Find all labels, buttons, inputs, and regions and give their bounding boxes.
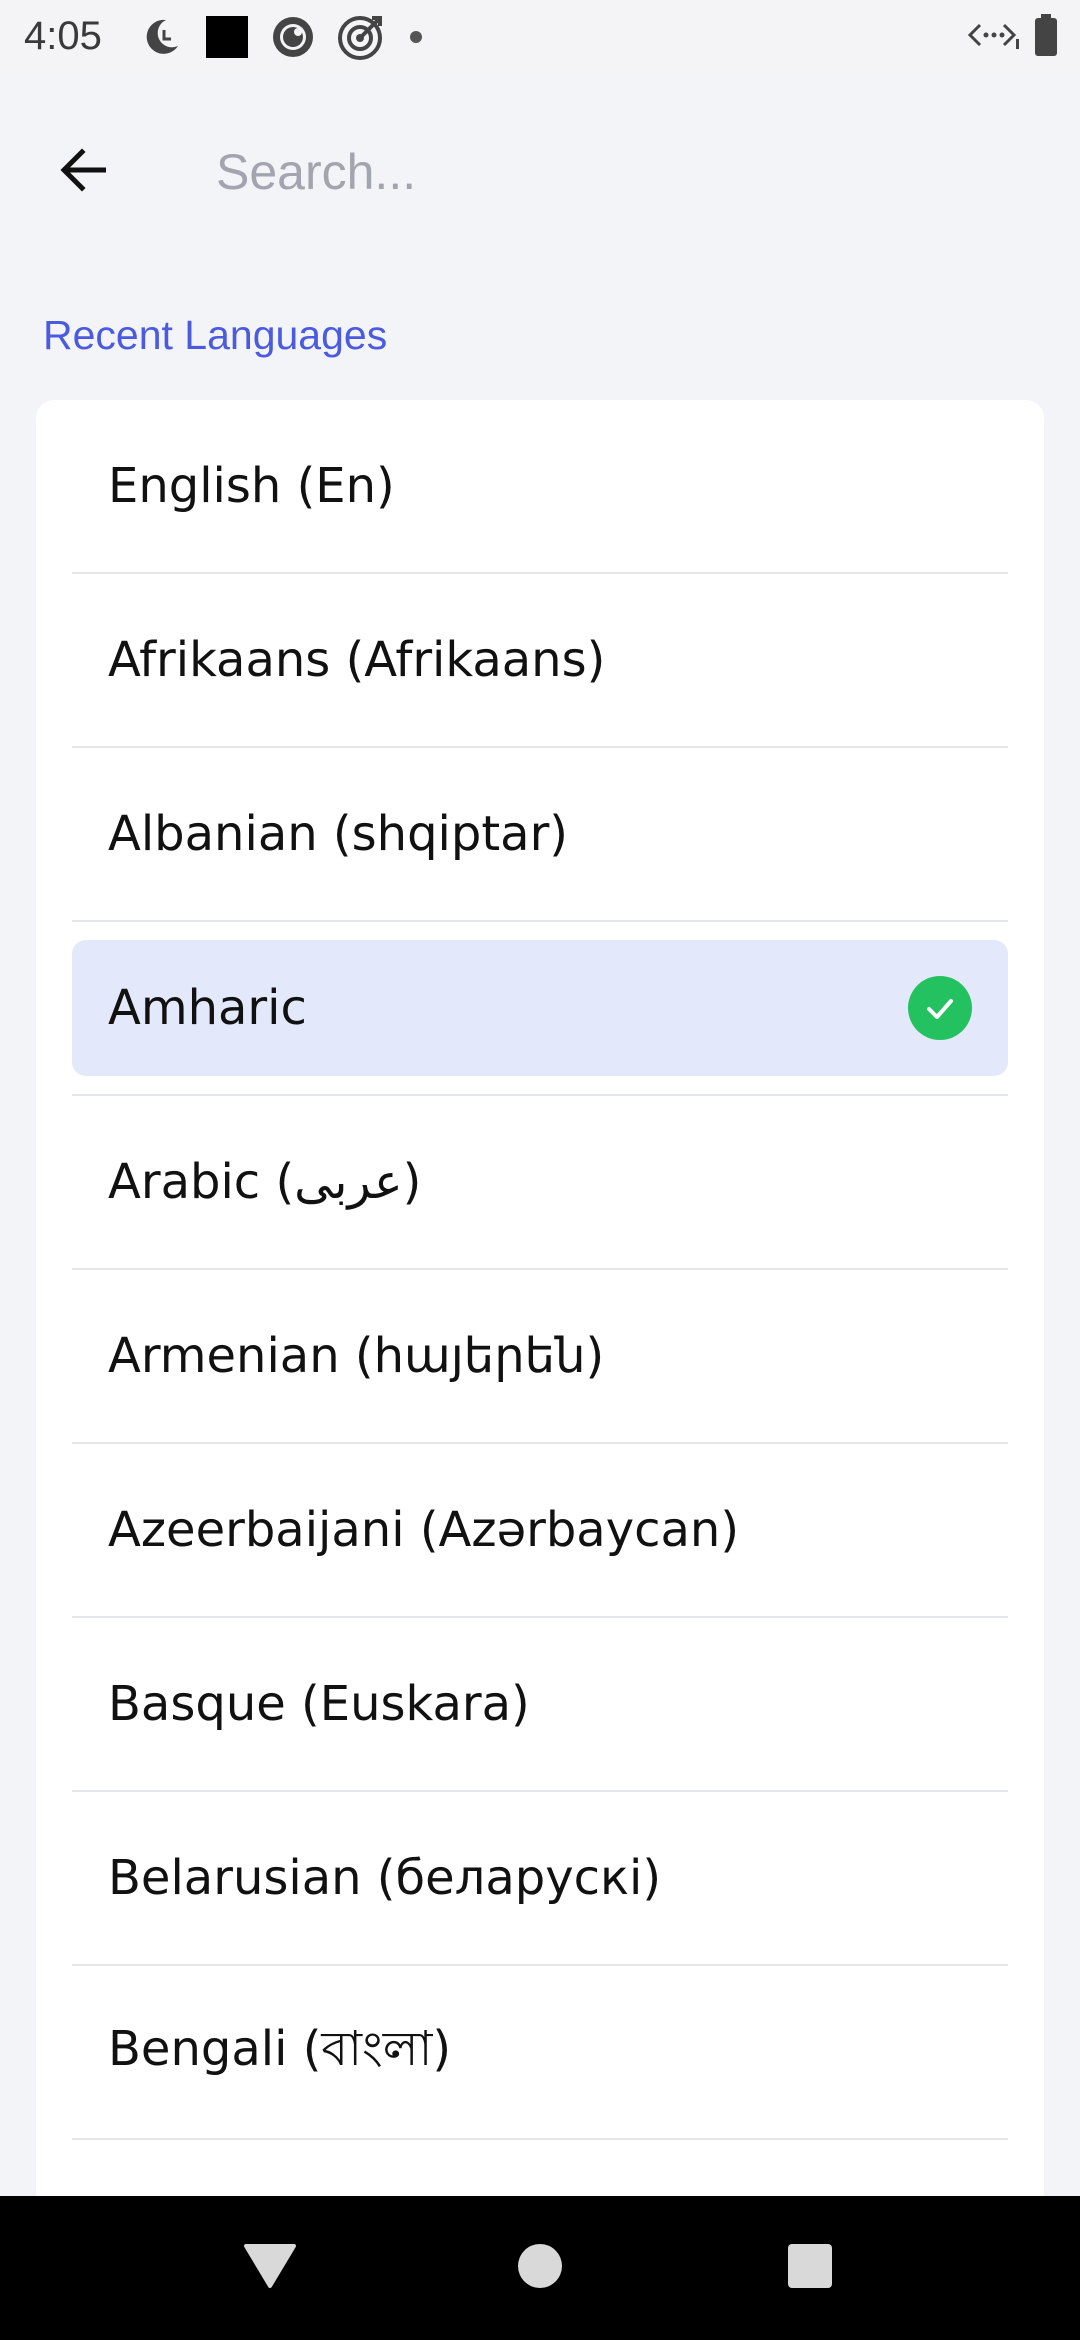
language-label: Bengali (বাংলা) [108,2020,452,2077]
language-item-belarusian[interactable]: Belarusian (беларускі) [72,1792,1008,1966]
search-input[interactable] [200,132,1052,212]
language-label: Armenian (հայերեն) [108,1328,605,1384]
navigation-bar [0,2196,1080,2340]
record-icon [270,14,316,65]
home-circle-icon [517,2243,563,2294]
signal-arrows-icon [967,17,1020,58]
status-left-icons [138,12,426,67]
nav-recents-button[interactable] [730,2196,890,2340]
language-item-armenian[interactable]: Armenian (հայերեն) [72,1270,1008,1444]
language-label: Afrikaans (Afrikaans) [108,632,606,688]
section-title: Recent Languages [43,312,388,358]
language-item-albanian[interactable]: Albanian (shqiptar) [72,748,1008,922]
target-icon [336,12,386,67]
language-list: English (En) Afrikaans (Afrikaans) Alban… [72,400,1008,2140]
language-label: Belarusian (беларускі) [108,1850,662,1906]
language-label: Azeerbaijani (Azərbaycan) [108,1502,740,1558]
status-time: 4:05 [24,14,102,58]
language-label: English (En) [108,458,395,514]
back-triangle-icon [244,2242,296,2295]
status-right-icons [967,14,1058,61]
checkmark-icon [908,976,972,1040]
language-item-azerbaijani[interactable]: Azeerbaijani (Azərbaycan) [72,1444,1008,1618]
language-label: Basque (Euskara) [108,1676,530,1732]
language-item-afrikaans[interactable]: Afrikaans (Afrikaans) [72,574,1008,748]
square-icon [204,14,250,65]
status-bar: 4:05 [0,0,1080,72]
language-list-card: English (En) Afrikaans (Afrikaans) Alban… [36,400,1044,2250]
nav-back-button[interactable] [190,2196,350,2340]
moon-clock-icon [138,14,184,65]
nav-home-button[interactable] [460,2196,620,2340]
battery-icon [1034,14,1058,61]
arrow-left-icon [54,140,114,205]
language-item-bengali[interactable]: Bengali (বাংলা) [72,1966,1008,2140]
dot-icon [406,27,426,52]
language-label: Arabic (عربى) [108,1154,422,1210]
language-item-amharic[interactable]: Amharic [72,922,1008,1096]
top-bar [0,72,1080,268]
language-item-arabic[interactable]: Arabic (عربى) [72,1096,1008,1270]
back-button[interactable] [44,132,124,212]
language-label: Amharic [108,980,307,1036]
recents-square-icon [787,2243,833,2294]
language-label: Albanian (shqiptar) [108,806,569,862]
language-item-basque[interactable]: Basque (Euskara) [72,1618,1008,1792]
language-item-english[interactable]: English (En) [72,400,1008,574]
